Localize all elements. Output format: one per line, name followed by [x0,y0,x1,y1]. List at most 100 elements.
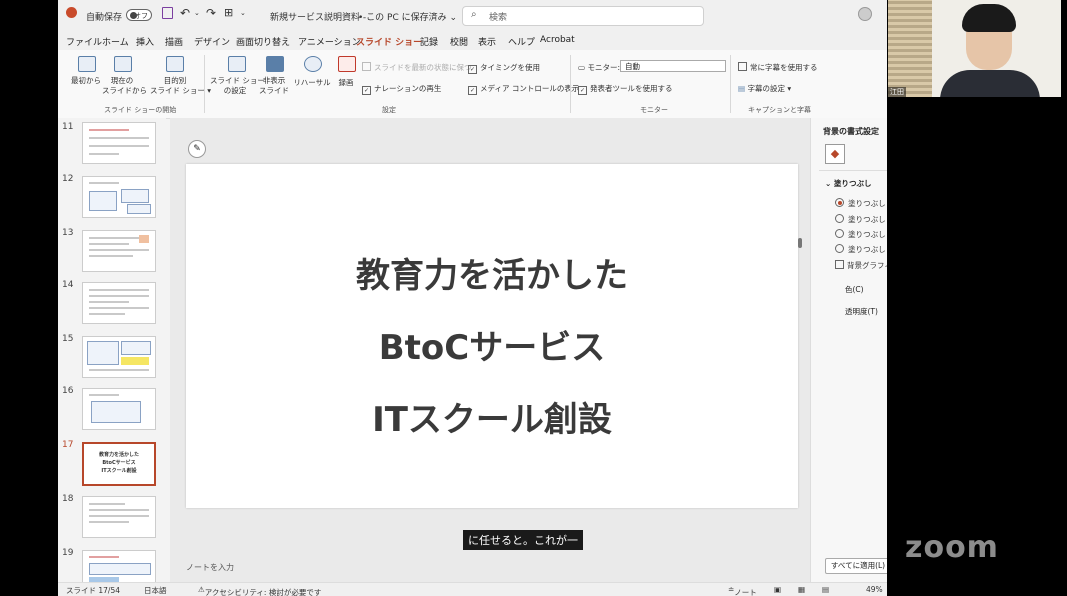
divider [730,55,731,113]
play-narrations-checkbox[interactable]: ✓ ナレーションの再生 [362,83,441,95]
setup-show-icon [228,56,246,72]
participant-video: 江田 [888,0,1061,97]
reading-view-icon[interactable]: ▤ [822,585,829,594]
thumb-number: 13 [62,228,74,238]
divider [570,55,571,113]
menu-view[interactable]: 表示 [478,35,496,48]
undo-dropdown-icon[interactable]: ⌄ [194,9,200,17]
fill-icon[interactable]: ◆ [825,144,845,164]
redo-icon[interactable]: ↷ [206,6,216,20]
fill-pattern-radio[interactable]: 塗りつぶし (パターン)(A) [835,244,887,255]
menu-record[interactable]: 記録 [420,35,438,48]
monitor-select[interactable]: 自動 [620,60,726,72]
thumb-number: 11 [62,122,74,132]
thumb-number: 12 [62,174,74,184]
file-name: 新規サービス説明資料 - [270,13,367,23]
menu-insert[interactable]: 挿入 [136,35,154,48]
play-from-current-icon [114,56,132,72]
fill-picture-radio[interactable]: 塗りつぶし (図またはテクスチャ)(P) [835,229,887,240]
slide-thumbnail[interactable] [82,176,156,218]
record-button[interactable]: 録画 [332,78,360,88]
slide-thumbnail-selected[interactable]: 教育力を活かした BtoCサービス ITスクール創設 [82,442,156,486]
slide-thumbnail[interactable] [82,230,156,272]
participant-nameplate: 江田 [888,87,906,97]
from-current-button[interactable]: 現在の スライドから [102,76,147,96]
powerpoint-window: 自動保存 オフ ↶ ⌄ ↷ ⊞ ⌄ 新規サービス説明資料 - • この PC に… [58,0,887,596]
subtitle-settings-button[interactable]: ▤ 字幕の設定 ▾ [738,83,791,94]
ribbon-slideshow: 最初から 現在の スライドから 目的別 スライド ショー ▾ スライド ショーの開始… [58,50,887,119]
thumb-number: 15 [62,334,74,344]
menu-animations[interactable]: アニメーション [298,35,361,48]
language[interactable]: 日本語 [144,585,167,596]
search-box[interactable]: ⌕ 検索 [462,6,704,26]
slide-thumbnail[interactable] [82,388,156,430]
search-input[interactable]: 検索 [489,10,507,23]
customize-qat-icon[interactable]: ⌄ [240,9,246,17]
menu-draw[interactable]: 描画 [165,35,183,48]
undo-icon[interactable]: ↶ [180,6,190,20]
powerpoint-logo-icon [66,7,77,18]
current-slide[interactable]: 教育力を活かした BtoCサービス ITスクール創設 [186,164,798,508]
custom-show-button[interactable]: 目的別 スライド ショー ▾ [150,76,211,96]
group-monitor-label: モニター [640,106,668,114]
from-beginning-button[interactable]: 最初から [66,76,106,86]
use-timings-checkbox[interactable]: ✓ タイミングを使用 [468,62,540,74]
keep-updated-checkbox[interactable]: スライドを最新の状態に保つ [362,62,472,73]
accessibility-status[interactable]: ⚠ アクセシビリティ: 検討が必要です [198,585,321,596]
normal-view-icon[interactable]: ▣ [774,585,781,594]
rehearse-timings-icon [304,56,322,72]
menu-bar: ファイル ホーム 挿入 描画 デザイン 画面切り替え アニメーション スライド … [58,30,887,52]
transparency-label: 透明度(T) [845,307,878,316]
slide-thumbnail[interactable] [82,496,156,538]
slide-thumbnail-pane: 11 12 13 14 15 16 17 教育力を活かした BtoCサービス I… [58,118,174,592]
person-body [940,70,1040,97]
thumb-number: 18 [62,494,74,504]
menu-file[interactable]: ファイル [66,35,102,48]
account-icon[interactable] [858,7,872,21]
zoom-level[interactable]: 49% [866,585,883,594]
group-start-label: スライド ショーの開始 [104,106,177,114]
record-icon [338,56,356,72]
zoom-watermark: zoom [905,530,999,565]
live-subtitle: に任せると。これが一 [463,530,583,550]
window-blinds [888,0,932,97]
notes-input[interactable]: ノートを入力 [186,562,234,573]
rehearse-button[interactable]: リハーサル [292,78,332,88]
setup-show-button[interactable]: スライド ショー の設定 [210,76,265,96]
fill-solid-radio[interactable]: 塗りつぶし (単色)(S) [835,198,887,209]
menu-design[interactable]: デザイン [194,35,230,48]
notes-toggle[interactable]: ≐ ノート [728,585,757,596]
person-hair [962,4,1016,32]
thumb-number: 19 [62,548,74,558]
apply-to-all-button[interactable]: すべてに適用(L) [825,558,887,574]
save-icon[interactable] [162,7,173,19]
thumb-number: 16 [62,386,74,396]
fill-section-header[interactable]: ⌄ 塗りつぶし [825,178,871,189]
slide-thumbnail[interactable] [82,282,156,324]
slide-thumbnail[interactable] [82,122,156,164]
autosave-toggle[interactable]: オフ [126,9,152,21]
slide-title-line-3: ITスクール創設 [372,400,612,440]
hide-background-graphics-checkbox[interactable]: 背景グラフィックを表示しない(H) [835,260,887,271]
format-background-pane: 背景の書式設定 ⌄ ✕ ◆ ⌄ 塗りつぶし 塗りつぶし (単色)(S) 塗りつぶ… [810,118,887,582]
thumb-line: 教育力を活かした [98,452,139,458]
save-location[interactable]: • この PC に保存済み ⌄ [358,10,457,23]
menu-review[interactable]: 校閲 [450,35,468,48]
hide-slide-icon [266,56,284,72]
title-bar: 自動保存 オフ ↶ ⌄ ↷ ⊞ ⌄ 新規サービス説明資料 - • この PC に… [58,0,887,30]
sorter-view-icon[interactable]: ▦ [798,585,805,594]
slide-thumbnail[interactable] [82,336,156,378]
media-controls-checkbox[interactable]: ✓ メディア コントロールの表示 [468,83,579,95]
menu-transitions[interactable]: 画面切り替え [236,35,290,48]
present-icon[interactable]: ⊞ [224,6,233,19]
menu-home[interactable]: ホーム [102,35,129,48]
menu-help[interactable]: ヘルプ [508,35,535,48]
play-from-start-icon [78,56,96,72]
slide-scrollbar[interactable] [798,238,802,248]
designer-icon[interactable]: ✎ [188,140,206,158]
hide-slide-button[interactable]: 非表示 スライド [256,76,292,96]
fill-gradient-radio[interactable]: 塗りつぶし (グラデーション)(G) [835,214,887,225]
menu-acrobat[interactable]: Acrobat [540,35,575,45]
always-subtitles-checkbox[interactable]: 常に字幕を使用する [738,62,818,73]
presenter-view-checkbox[interactable]: ✓ 発表者ツールを使用する [578,83,673,95]
